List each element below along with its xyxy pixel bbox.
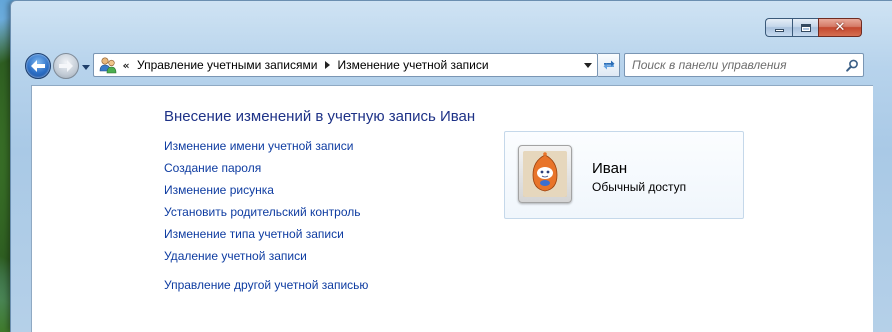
close-icon: ✕ (834, 20, 846, 35)
change-name-link[interactable]: Изменение имени учетной записи (164, 138, 368, 160)
content-pane: Внесение изменений в учетную запись Иван… (31, 85, 873, 332)
user-accounts-icon (97, 54, 119, 76)
minimize-button[interactable] (765, 18, 792, 37)
close-button[interactable]: ✕ (818, 18, 862, 37)
search-icon (845, 59, 858, 72)
avatar-picture-icon (523, 151, 567, 197)
breadcrumb-separator-icon[interactable] (321, 61, 333, 69)
account-name: Иван (592, 160, 628, 177)
chevron-down-icon (82, 64, 90, 70)
chevron-down-icon (583, 62, 592, 68)
refresh-icon (603, 60, 614, 70)
arrow-right-icon (59, 60, 73, 72)
breadcrumb-overflow[interactable]: « (119, 59, 133, 72)
search-input[interactable] (625, 55, 841, 75)
arrow-left-icon (31, 60, 45, 72)
back-button[interactable] (25, 53, 51, 79)
maximize-button[interactable] (792, 18, 818, 37)
search-button[interactable] (841, 54, 863, 76)
minimize-icon (774, 29, 784, 32)
page-title: Внесение изменений в учетную запись Иван (164, 108, 476, 125)
account-type: Обычный доступ (592, 180, 687, 194)
delete-account-link[interactable]: Удаление учетной записи (164, 248, 368, 270)
control-panel-window: ✕ « Управление учетными записями Изменен… (10, 0, 892, 332)
address-history-button[interactable] (577, 54, 597, 76)
forward-button[interactable] (53, 53, 79, 79)
avatar[interactable] (518, 145, 572, 203)
maximize-icon (800, 23, 811, 32)
recent-pages-button[interactable] (81, 62, 91, 72)
create-password-link[interactable]: Создание пароля (164, 160, 368, 182)
change-account-type-link[interactable]: Изменение типа учетной записи (164, 226, 368, 248)
breadcrumb-change-account[interactable]: Изменение учетной записи (333, 58, 492, 72)
change-picture-link[interactable]: Изменение рисунка (164, 182, 368, 204)
refresh-button[interactable] (598, 53, 620, 77)
caption-buttons: ✕ (765, 18, 862, 37)
manage-another-account-link[interactable]: Управление другой учетной записью (164, 277, 368, 299)
search-box (624, 53, 864, 77)
breadcrumb-user-accounts[interactable]: Управление учетными записями (133, 58, 321, 72)
parental-controls-link[interactable]: Установить родительский контроль (164, 204, 368, 226)
address-bar[interactable]: « Управление учетными записями Изменение… (93, 53, 598, 77)
account-card: Иван Обычный доступ (504, 131, 744, 219)
task-list: Изменение имени учетной записи Создание … (164, 138, 368, 299)
